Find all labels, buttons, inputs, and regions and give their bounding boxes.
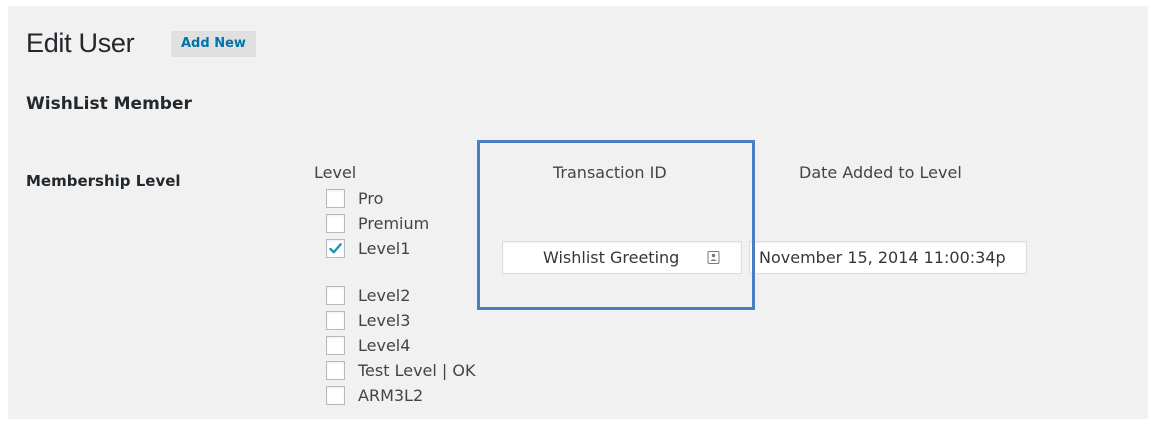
checkmark-icon	[329, 242, 342, 253]
level-checkbox[interactable]	[326, 285, 345, 305]
level-label: Test Level | OK	[358, 360, 476, 380]
transaction-id-column-header: Transaction ID	[553, 163, 667, 182]
membership-level-label: Membership Level	[26, 172, 181, 190]
add-new-button[interactable]: Add New	[171, 31, 256, 57]
level-item-level4[interactable]: Level4	[326, 333, 410, 357]
level-label: Level1	[358, 238, 411, 258]
level-checkbox[interactable]	[326, 188, 345, 208]
level-label: Pro	[358, 188, 384, 208]
page-title: Edit User	[26, 28, 135, 58]
level-label: Level4	[358, 335, 411, 355]
section-title: WishList Member	[26, 94, 192, 114]
level-column-header: Level	[314, 163, 357, 182]
level-item-arm3l2[interactable]: ARM3L2	[326, 383, 423, 407]
level-checkbox[interactable]	[326, 385, 345, 405]
transaction-id-input[interactable]: Wishlist Greeting	[502, 241, 742, 274]
level-item-test-level[interactable]: Test Level | OK	[326, 358, 475, 382]
date-added-value: November 15, 2014 11:00:34p	[759, 248, 1006, 267]
level-checkbox[interactable]	[326, 310, 345, 330]
date-added-input[interactable]: November 15, 2014 11:00:34p	[749, 241, 1027, 274]
level-label: ARM3L2	[358, 385, 424, 405]
level-item-level2[interactable]: Level2	[326, 283, 410, 307]
level-checkbox[interactable]	[326, 335, 345, 355]
contact-card-icon[interactable]	[707, 251, 720, 264]
level-checkbox[interactable]	[326, 360, 345, 380]
level-label: Premium	[358, 213, 430, 233]
level-checkbox[interactable]	[326, 238, 345, 258]
level-label: Level3	[358, 310, 411, 330]
edit-user-panel: Edit User Add New WishList Member Member…	[8, 6, 1148, 419]
transaction-id-value: Wishlist Greeting	[543, 248, 680, 267]
date-added-column-header: Date Added to Level	[799, 163, 962, 182]
level-item-level3[interactable]: Level3	[326, 308, 410, 332]
level-item-pro[interactable]: Pro	[326, 186, 383, 210]
level-item-premium[interactable]: Premium	[326, 211, 429, 235]
level-label: Level2	[358, 285, 411, 305]
level-item-level1[interactable]: Level1	[326, 236, 410, 260]
level-checkbox[interactable]	[326, 213, 345, 233]
